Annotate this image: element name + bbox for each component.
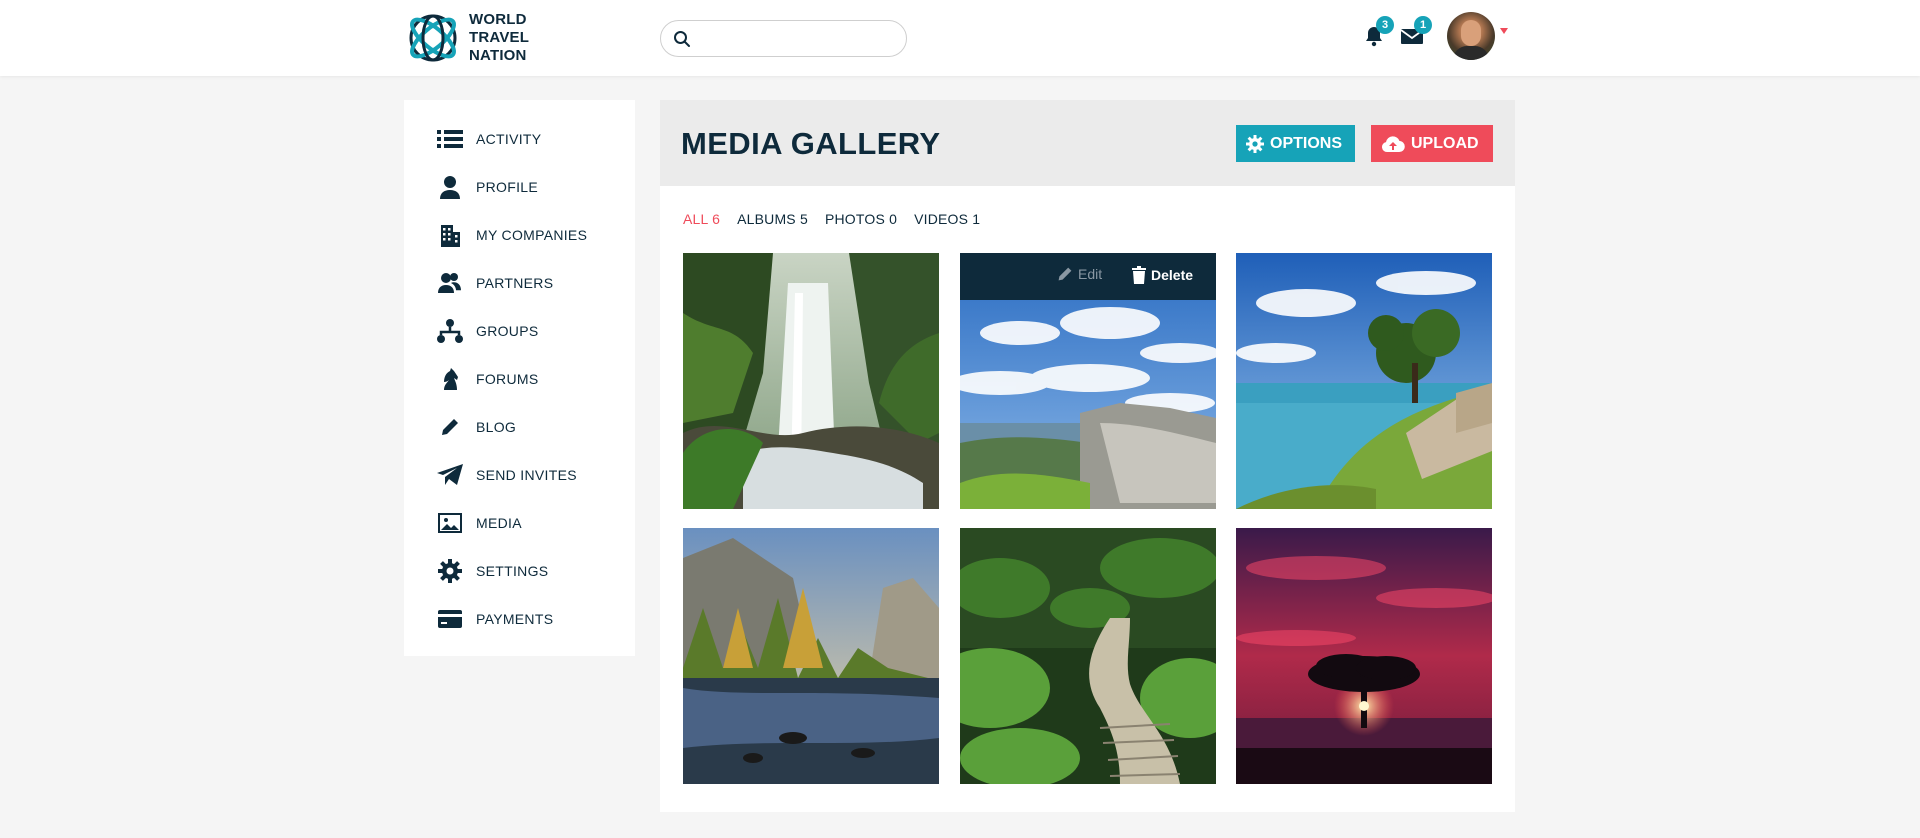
filter-all[interactable]: ALL 6	[683, 211, 720, 227]
globe-logo-icon	[409, 14, 457, 62]
messages-badge: 1	[1414, 16, 1432, 34]
sidebar-item-label: PROFILE	[476, 179, 539, 195]
logo[interactable]: WORLD TRAVEL NATION	[405, 9, 529, 67]
sidebar-item-forums[interactable]: FORUMS	[404, 359, 635, 399]
user-icon	[436, 173, 464, 201]
chess-knight-icon	[436, 365, 464, 393]
mountain-lake-image	[683, 528, 939, 784]
sidebar-item-label: PAYMENTS	[476, 611, 554, 627]
filter-tabs: ALL 6 ALBUMS 5 PHOTOS 0 VIDEOS 1	[683, 211, 997, 227]
media-gallery-panel: MEDIA GALLERY OPTIONS UPLOAD ALL 6 ALBUM…	[660, 100, 1515, 812]
sidebar-item-label: MY COMPANIES	[476, 227, 588, 243]
gallery-tile-waterfall[interactable]	[683, 253, 939, 509]
avatar-face	[1461, 20, 1481, 46]
tile-action-overlay: Edit Delete	[960, 253, 1216, 300]
notifications-badge: 3	[1376, 16, 1394, 34]
delete-label: Delete	[1151, 267, 1194, 283]
panel-header: MEDIA GALLERY OPTIONS UPLOAD	[660, 100, 1515, 186]
sidebar-item-label: FORUMS	[476, 371, 539, 387]
sidebar-item-label: SEND INVITES	[476, 467, 577, 483]
search-input[interactable]	[699, 27, 895, 51]
coast-bench-image	[1236, 253, 1492, 509]
upload-button-label: UPLOAD	[1411, 134, 1479, 152]
sidebar: ACTIVITY PROFILE MY COMPANIES PARTNERS G…	[404, 100, 635, 656]
sidebar-item-partners[interactable]: PARTNERS	[404, 263, 635, 303]
image-icon	[436, 509, 464, 537]
upload-button[interactable]: UPLOAD	[1371, 125, 1493, 162]
brand-line-3: NATION	[469, 47, 527, 64]
edit-label: Edit	[1078, 266, 1103, 282]
sidebar-item-label: GROUPS	[476, 323, 539, 339]
pencil-icon	[1058, 267, 1072, 281]
gallery-tile-cliff-sky[interactable]: Edit Delete	[960, 253, 1216, 509]
cloud-upload-icon	[1381, 135, 1405, 152]
sidebar-item-profile[interactable]: PROFILE	[404, 167, 635, 207]
sidebar-item-activity[interactable]: ACTIVITY	[404, 119, 635, 159]
messages-button[interactable]: 1	[1400, 16, 1432, 48]
gallery-tile-mountain-lake[interactable]	[683, 528, 939, 784]
filter-videos[interactable]: VIDEOS 1	[914, 211, 980, 227]
filter-photos[interactable]: PHOTOS 0	[825, 211, 897, 227]
sidebar-item-blog[interactable]: BLOG	[404, 407, 635, 447]
notifications-button[interactable]: 3	[1362, 16, 1394, 48]
avatar-shirt	[1453, 46, 1489, 60]
user-menu-caret-icon[interactable]	[1500, 28, 1508, 34]
sidebar-item-label: PARTNERS	[476, 275, 554, 291]
pencil-icon	[436, 413, 464, 441]
forest-boardwalk-image	[960, 528, 1216, 784]
search-icon	[674, 31, 690, 47]
gear-icon	[436, 557, 464, 585]
credit-card-icon	[436, 605, 464, 633]
sidebar-item-my-companies[interactable]: MY COMPANIES	[404, 215, 635, 255]
brand-line-2: TRAVEL	[469, 29, 530, 46]
sunset-tree-image	[1236, 528, 1492, 784]
sitemap-icon	[436, 317, 464, 345]
user-avatar[interactable]	[1447, 12, 1495, 60]
sidebar-item-label: BLOG	[476, 419, 517, 435]
search-box[interactable]	[660, 20, 907, 57]
gallery-tile-forest-boardwalk[interactable]	[960, 528, 1216, 784]
brand-line-1: WORLD	[469, 11, 527, 28]
building-icon	[436, 221, 464, 249]
sidebar-item-label: SETTINGS	[476, 563, 549, 579]
brand-name: WORLD TRAVEL NATION	[469, 11, 529, 65]
trash-icon	[1132, 266, 1146, 284]
top-bar: WORLD TRAVEL NATION 3 1	[0, 0, 1920, 76]
sidebar-item-label: ACTIVITY	[476, 131, 542, 147]
gear-icon	[1246, 134, 1264, 153]
sidebar-item-label: MEDIA	[476, 515, 522, 531]
sidebar-item-send-invites[interactable]: SEND INVITES	[404, 455, 635, 495]
partners-icon	[436, 269, 464, 297]
sidebar-item-settings[interactable]: SETTINGS	[404, 551, 635, 591]
waterfall-image	[683, 253, 939, 509]
filter-albums[interactable]: ALBUMS 5	[737, 211, 808, 227]
edit-button[interactable]: Edit	[1057, 266, 1102, 282]
options-button-label: OPTIONS	[1270, 134, 1343, 152]
gallery-tile-coast-bench[interactable]	[1236, 253, 1492, 509]
page-title: MEDIA GALLERY	[681, 126, 941, 161]
list-icon	[436, 125, 464, 153]
paper-plane-icon	[436, 461, 464, 489]
sidebar-item-media[interactable]: MEDIA	[404, 503, 635, 543]
options-button[interactable]: OPTIONS	[1236, 125, 1355, 162]
sidebar-item-payments[interactable]: PAYMENTS	[404, 599, 635, 639]
gallery-tile-sunset-tree[interactable]	[1236, 528, 1492, 784]
delete-button[interactable]: Delete	[1132, 266, 1193, 284]
sidebar-item-groups[interactable]: GROUPS	[404, 311, 635, 351]
